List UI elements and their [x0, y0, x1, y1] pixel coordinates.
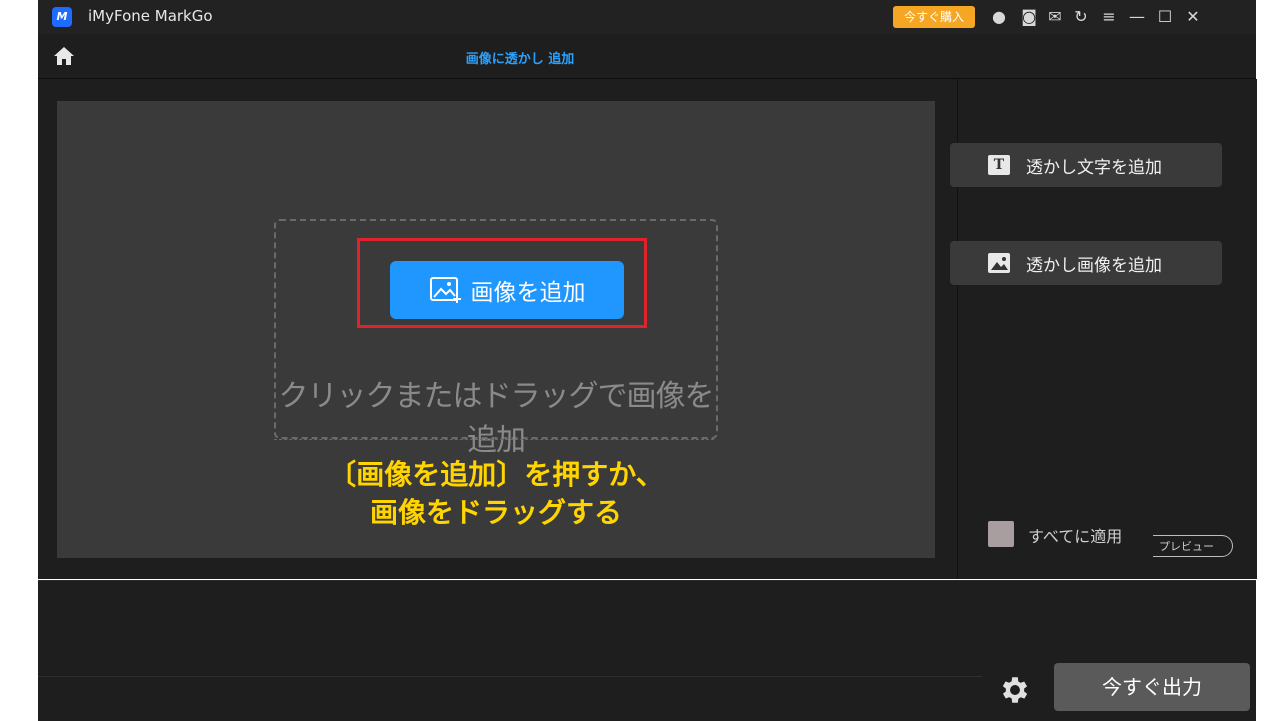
- annotation-line-2: 画像をドラッグする: [369, 496, 622, 529]
- menu-icon[interactable]: ≡: [1098, 6, 1120, 28]
- add-text-watermark-button[interactable]: T 透かし文字を追加: [950, 143, 1222, 187]
- settings-gear-icon[interactable]: [998, 673, 1032, 707]
- page-title: 画像に透かし 追加: [465, 52, 575, 67]
- add-image-label: 画像を追加: [470, 280, 586, 306]
- export-now-button[interactable]: 今すぐ出力: [1054, 663, 1250, 711]
- discord-icon[interactable]: ◙: [1018, 6, 1040, 28]
- maximize-icon[interactable]: ☐: [1154, 6, 1176, 28]
- image-canvas[interactable]: 画像を追加 クリックまたはドラッグで画像を追加 〔画像を追加〕を押すか、 画像を…: [57, 101, 935, 558]
- image-add-icon: [429, 277, 461, 303]
- add-image-watermark-label: 透かし画像を追加: [1026, 255, 1162, 276]
- drop-hint-text: クリックまたはドラッグで画像を追加: [278, 379, 715, 458]
- app-logo-icon: M: [52, 7, 72, 27]
- main-area: 画像を追加 クリックまたはドラッグで画像を追加 〔画像を追加〕を押すか、 画像を…: [38, 79, 1257, 579]
- instruction-annotation: 〔画像を追加〕を押すか、 画像をドラッグする: [274, 456, 718, 532]
- watermark-sidebar: T 透かし文字を追加 透かし画像を追加 すべてに適用 プレビュー: [950, 79, 1257, 579]
- apply-all-checkbox[interactable]: [988, 521, 1014, 547]
- text-icon: T: [988, 155, 1010, 175]
- apply-all-label: すべてに適用: [1028, 527, 1123, 546]
- annotation-line-1: 〔画像を追加〕を押すか、: [328, 458, 664, 491]
- close-icon[interactable]: ✕: [1182, 6, 1204, 28]
- add-text-watermark-label: 透かし文字を追加: [1026, 157, 1162, 178]
- add-image-watermark-button[interactable]: 透かし画像を追加: [950, 241, 1222, 285]
- minimize-icon[interactable]: —: [1126, 6, 1148, 28]
- add-image-button[interactable]: 画像を追加: [390, 261, 624, 319]
- buy-now-button[interactable]: 今すぐ購入: [893, 6, 975, 28]
- bottom-divider: [38, 676, 982, 677]
- title-bar: M iMyFone MarkGo 今すぐ購入 ● ◙ ✉ ↻ ≡ — ☐ ✕: [38, 0, 1256, 34]
- picture-icon: [988, 253, 1010, 273]
- mail-icon[interactable]: ✉: [1044, 6, 1066, 28]
- bottom-bar: 今すぐ出力: [38, 580, 1256, 721]
- dropzone-divider: [274, 439, 714, 440]
- nav-bar: 画像に透かし 追加: [38, 34, 1256, 79]
- preview-button[interactable]: プレビュー: [1153, 535, 1233, 557]
- account-icon[interactable]: ●: [988, 6, 1010, 28]
- app-title: iMyFone MarkGo: [88, 7, 213, 25]
- refresh-icon[interactable]: ↻: [1070, 6, 1092, 28]
